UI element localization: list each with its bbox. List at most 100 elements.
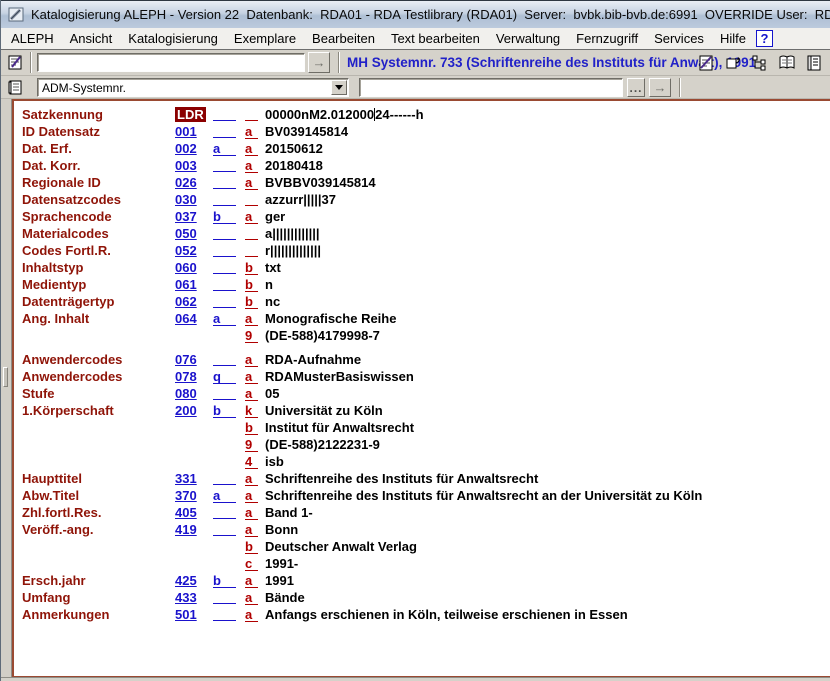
- subfield-code-value[interactable]: a: [245, 505, 258, 520]
- field-indicators[interactable]: [213, 242, 245, 259]
- menu-services[interactable]: Services: [646, 29, 712, 48]
- go-arrow-button-2[interactable]: →: [649, 78, 671, 97]
- indicator-value[interactable]: [213, 225, 236, 240]
- field-value[interactable]: RDAMusterBasiswissen: [265, 368, 830, 385]
- indicator-value[interactable]: [213, 470, 236, 485]
- field-tag-text[interactable]: 370: [175, 488, 197, 503]
- subfield-code-value[interactable]: 4: [245, 454, 258, 469]
- menu-bearbeiten[interactable]: Bearbeiten: [304, 29, 383, 48]
- field-tag[interactable]: 050: [175, 225, 213, 242]
- subfield-code[interactable]: a: [245, 157, 265, 174]
- indicator-value[interactable]: [213, 293, 236, 308]
- subfield-code[interactable]: 9: [245, 327, 265, 344]
- field-tag-text[interactable]: 050: [175, 226, 197, 241]
- field-tag[interactable]: 061: [175, 276, 213, 293]
- subfield-code-value[interactable]: k: [245, 403, 258, 418]
- subfield-code-value[interactable]: [245, 106, 258, 121]
- field-value[interactable]: 00000nM2.01200024------h: [265, 106, 830, 123]
- record-pad-icon[interactable]: [4, 52, 26, 73]
- field-tag-text[interactable]: 076: [175, 352, 197, 367]
- indicator-value[interactable]: [213, 191, 236, 206]
- subfield-code[interactable]: a: [245, 589, 265, 606]
- field-value[interactable]: RDA-Aufnahme: [265, 351, 830, 368]
- search-type-select[interactable]: ADM-Systemnr.: [37, 78, 349, 97]
- subfield-code-value[interactable]: [245, 225, 258, 240]
- subfield-code[interactable]: b: [245, 259, 265, 276]
- subfield-code-value[interactable]: a: [245, 175, 258, 190]
- field-value[interactable]: 05: [265, 385, 830, 402]
- field-value[interactable]: ger: [265, 208, 830, 225]
- field-value[interactable]: Monografische Reihe: [265, 310, 830, 327]
- indicator-value[interactable]: [213, 123, 236, 138]
- subfield-code[interactable]: a: [245, 487, 265, 504]
- field-tag-selected[interactable]: LDR: [175, 107, 206, 122]
- field-value[interactable]: Schriftenreihe des Instituts für Anwalts…: [265, 470, 830, 487]
- pane-splitter[interactable]: [1, 99, 12, 678]
- field-value[interactable]: isb: [265, 453, 830, 470]
- field-indicators[interactable]: [213, 157, 245, 174]
- subfield-code-value[interactable]: a: [245, 471, 258, 486]
- field-value[interactable]: Bonn: [265, 521, 830, 538]
- indicator-value[interactable]: q: [213, 369, 236, 384]
- field-value[interactable]: Deutscher Anwalt Verlag: [265, 538, 830, 555]
- field-indicators[interactable]: b: [213, 208, 245, 225]
- field-value[interactable]: (DE-588)2122231-9: [265, 436, 830, 453]
- indicator-value[interactable]: [213, 259, 236, 274]
- admin-search-input[interactable]: [359, 78, 623, 97]
- field-indicators[interactable]: [213, 385, 245, 402]
- field-tag[interactable]: 001: [175, 123, 213, 140]
- field-tag[interactable]: 076: [175, 351, 213, 368]
- subfield-code[interactable]: a: [245, 470, 265, 487]
- field-indicators[interactable]: [213, 470, 245, 487]
- field-tag[interactable]: 003: [175, 157, 213, 174]
- edit-record-icon[interactable]: [695, 52, 717, 73]
- field-tag-text[interactable]: 026: [175, 175, 197, 190]
- indicator-value[interactable]: b: [213, 209, 236, 224]
- field-indicators[interactable]: a: [213, 487, 245, 504]
- subfield-code[interactable]: [245, 225, 265, 242]
- navigation-tree-icon[interactable]: [749, 52, 771, 73]
- subfield-code[interactable]: 9: [245, 436, 265, 453]
- field-tag[interactable]: 419: [175, 521, 213, 538]
- field-value[interactable]: 20150612: [265, 140, 830, 157]
- field-tag[interactable]: 064: [175, 310, 213, 327]
- indicator-value[interactable]: [213, 276, 236, 291]
- menu-hilfe[interactable]: Hilfe: [712, 29, 754, 48]
- field-tag-text[interactable]: 501: [175, 607, 197, 622]
- subfield-code[interactable]: a: [245, 174, 265, 191]
- indicator-value[interactable]: [213, 521, 236, 536]
- subfield-code-value[interactable]: a: [245, 369, 258, 384]
- subfield-code[interactable]: b: [245, 276, 265, 293]
- field-indicators[interactable]: [213, 504, 245, 521]
- menu-exemplare[interactable]: Exemplare: [226, 29, 304, 48]
- field-tag[interactable]: LDR: [175, 106, 213, 123]
- field-tag-text[interactable]: 080: [175, 386, 197, 401]
- subfield-code-value[interactable]: 9: [245, 437, 258, 452]
- field-value[interactable]: Institut für Anwaltsrecht: [265, 419, 830, 436]
- subfield-code[interactable]: c: [245, 555, 265, 572]
- subfield-code-value[interactable]: 9: [245, 328, 258, 343]
- field-indicators[interactable]: [213, 606, 245, 623]
- field-tag-text[interactable]: 433: [175, 590, 197, 605]
- subfield-code-value[interactable]: [245, 242, 258, 257]
- field-value[interactable]: nc: [265, 293, 830, 310]
- subfield-code[interactable]: a: [245, 310, 265, 327]
- field-tag[interactable]: 501: [175, 606, 213, 623]
- subfield-code[interactable]: a: [245, 504, 265, 521]
- field-tag[interactable]: 060: [175, 259, 213, 276]
- field-tag[interactable]: 200: [175, 402, 213, 419]
- indicator-value[interactable]: [213, 504, 236, 519]
- field-value[interactable]: azzurr|||||37: [265, 191, 830, 208]
- go-arrow-button[interactable]: →: [308, 52, 330, 73]
- indicator-value[interactable]: [213, 242, 236, 257]
- record-search-input[interactable]: [37, 53, 305, 72]
- field-value[interactable]: txt: [265, 259, 830, 276]
- field-value[interactable]: a|||||||||||||: [265, 225, 830, 242]
- field-tag-text[interactable]: 405: [175, 505, 197, 520]
- field-value[interactable]: Universität zu Köln: [265, 402, 830, 419]
- subfield-code-value[interactable]: a: [245, 590, 258, 605]
- indicator-value[interactable]: [213, 589, 236, 604]
- field-tag[interactable]: 425: [175, 572, 213, 589]
- field-indicators[interactable]: [213, 106, 245, 123]
- indicator-value[interactable]: [213, 174, 236, 189]
